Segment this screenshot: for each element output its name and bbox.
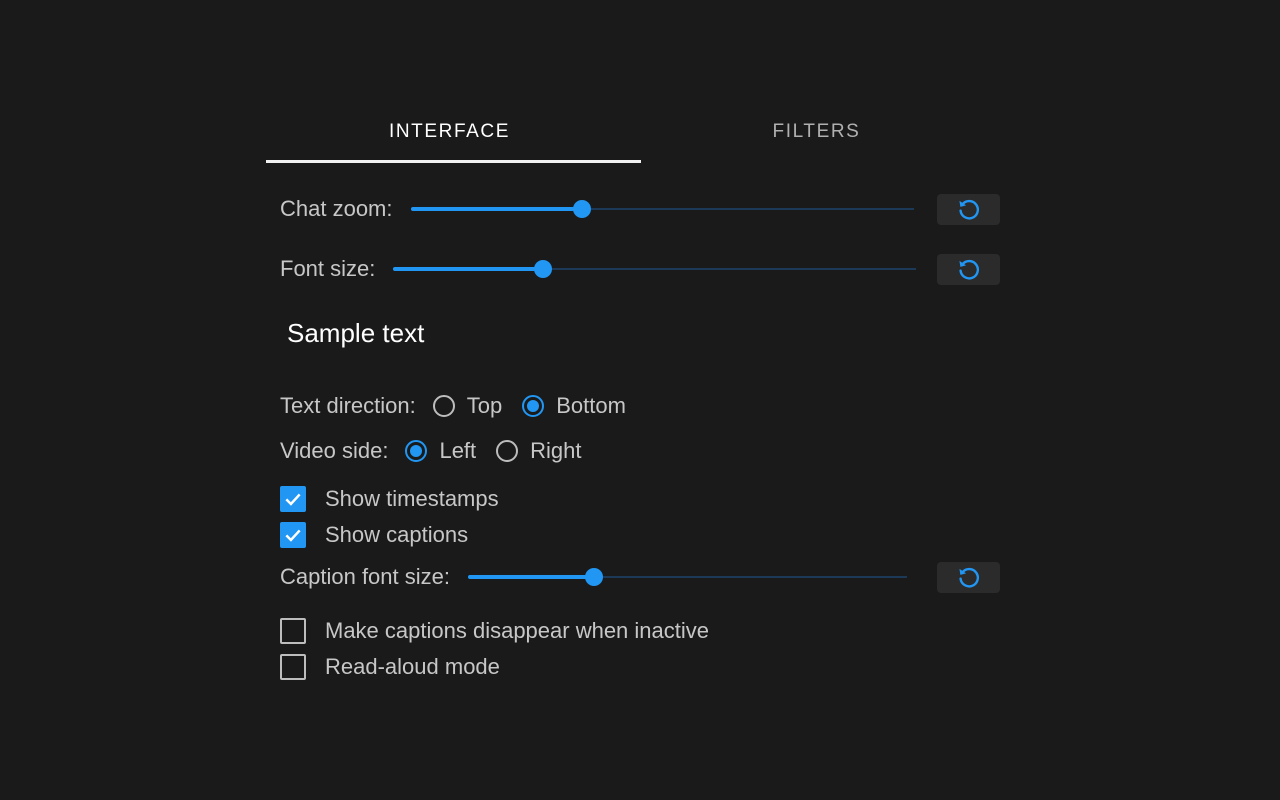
read-aloud-label: Read-aloud mode xyxy=(325,654,500,679)
reset-icon xyxy=(958,199,979,220)
caption-font-size-slider[interactable] xyxy=(467,567,907,587)
video-side-group: Video side: Left Right xyxy=(280,435,602,467)
caption-font-size-row: Caption font size: xyxy=(280,561,1000,593)
tab-bar: INTERFACE FILTERS xyxy=(266,100,1000,163)
tab-filters[interactable]: FILTERS xyxy=(633,100,1000,163)
show-timestamps-label: Show timestamps xyxy=(325,486,499,511)
captions-disappear-row: Make captions disappear when inactive xyxy=(280,616,709,646)
font-size-reset-button[interactable] xyxy=(937,253,1000,285)
radio-right-label: Right xyxy=(530,438,582,463)
radio-text-direction-bottom[interactable] xyxy=(522,395,545,417)
video-side-label: Video side: xyxy=(280,438,389,463)
caption-font-size-fill xyxy=(467,575,594,579)
captions-disappear-label: Make captions disappear when inactive xyxy=(325,618,710,643)
read-aloud-row: Read-aloud mode xyxy=(280,652,500,682)
chat-zoom-fill xyxy=(410,207,582,211)
chat-zoom-label: Chat zoom: xyxy=(280,196,393,221)
show-captions-label: Show captions xyxy=(325,522,469,547)
font-size-fill xyxy=(393,267,543,271)
checkmark-icon xyxy=(285,493,301,506)
chat-zoom-thumb[interactable] xyxy=(572,200,591,218)
tab-interface[interactable]: INTERFACE xyxy=(266,100,641,163)
radio-left-label: Left xyxy=(439,438,477,463)
chat-zoom-reset-button[interactable] xyxy=(937,193,1000,225)
radio-top-label: Top xyxy=(466,393,503,418)
captions-disappear-checkbox[interactable] xyxy=(280,618,306,644)
caption-font-size-reset-button[interactable] xyxy=(937,561,1000,593)
radio-video-side-right[interactable] xyxy=(496,440,519,462)
show-timestamps-row: Show timestamps xyxy=(280,484,499,514)
settings-panel: INTERFACE FILTERS Chat zoom: Font size: xyxy=(266,100,1000,680)
caption-font-size-thumb[interactable] xyxy=(584,568,603,586)
font-size-row: Font size: xyxy=(280,253,1000,285)
reset-icon xyxy=(958,567,979,588)
show-captions-checkbox[interactable] xyxy=(280,522,306,548)
font-size-thumb[interactable] xyxy=(533,260,552,278)
chat-zoom-row: Chat zoom: xyxy=(280,193,1000,225)
chat-zoom-slider[interactable] xyxy=(410,199,914,219)
radio-bottom-label: Bottom xyxy=(556,393,626,418)
text-direction-group: Text direction: Top Bottom xyxy=(280,390,646,422)
checkmark-icon xyxy=(285,529,301,542)
show-timestamps-checkbox[interactable] xyxy=(280,486,306,512)
radio-video-side-left[interactable] xyxy=(405,440,428,462)
show-captions-row: Show captions xyxy=(280,520,468,550)
text-direction-label: Text direction: xyxy=(280,393,416,418)
radio-text-direction-top[interactable] xyxy=(432,395,455,417)
caption-font-size-label: Caption font size: xyxy=(280,564,450,589)
sample-text: Sample text xyxy=(287,318,425,348)
reset-icon xyxy=(958,259,979,280)
font-size-slider[interactable] xyxy=(393,259,917,279)
read-aloud-checkbox[interactable] xyxy=(280,654,306,680)
font-size-label: Font size: xyxy=(280,256,376,281)
